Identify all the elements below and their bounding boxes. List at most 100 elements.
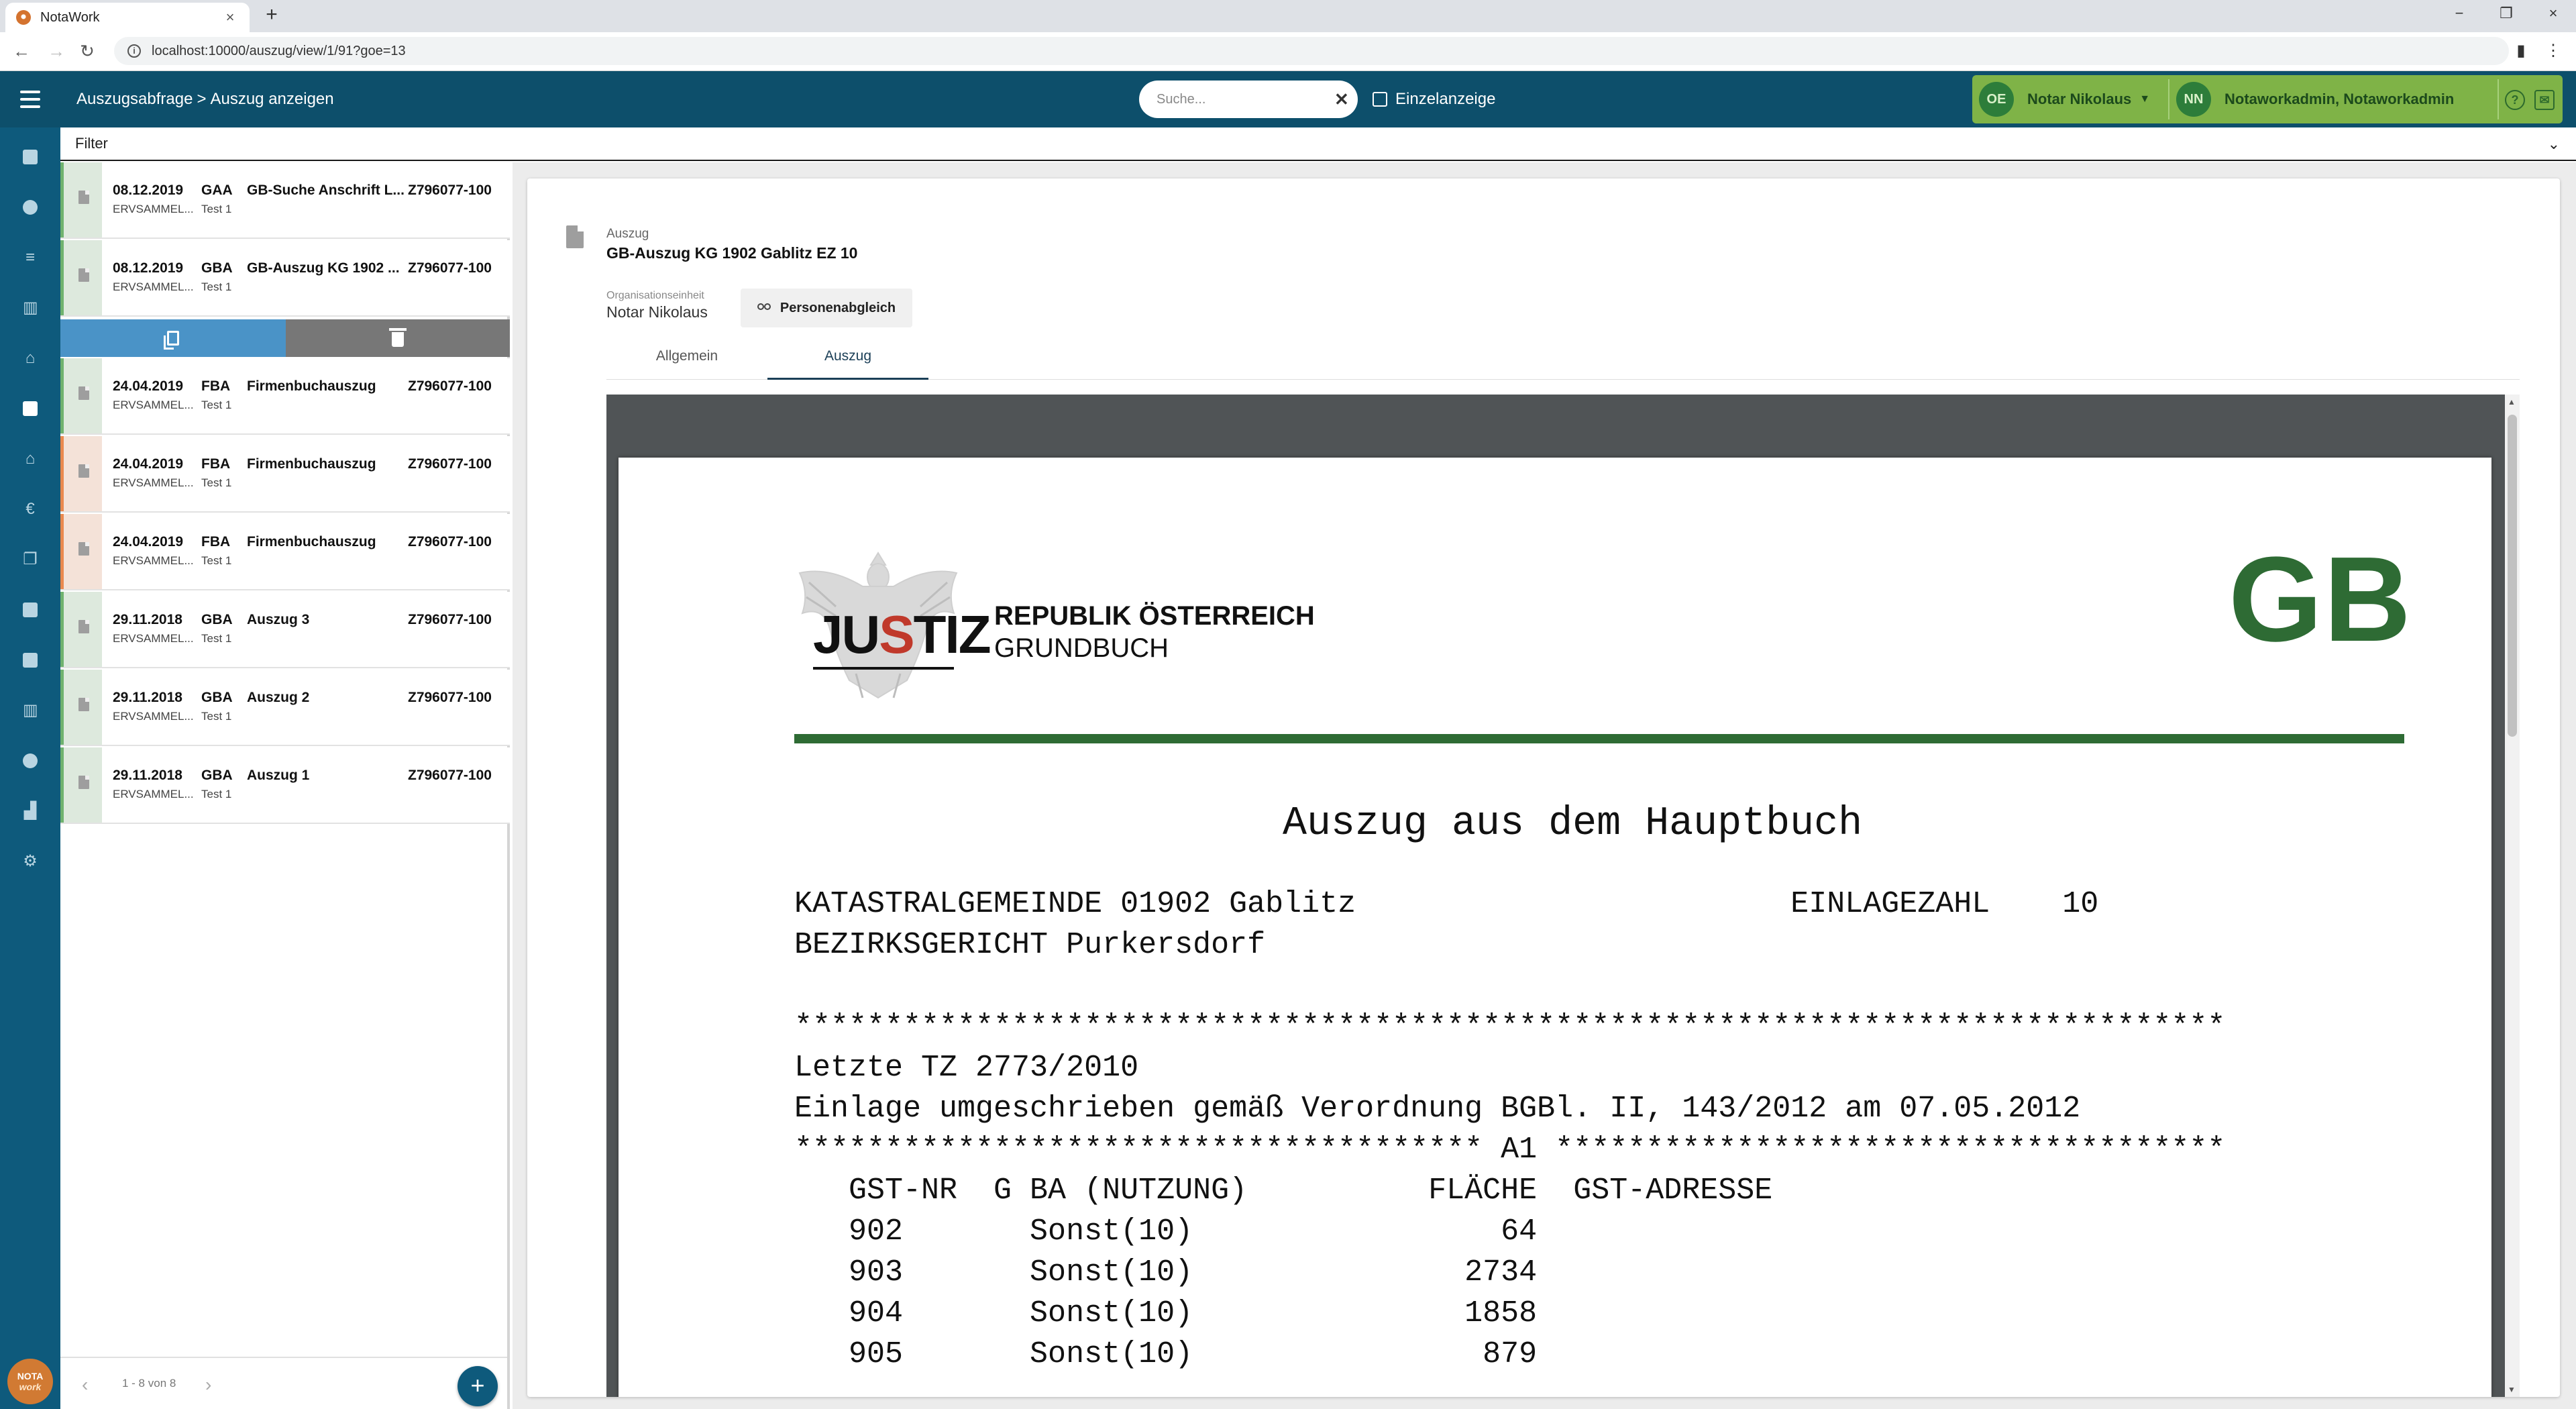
person-icon[interactable] xyxy=(19,197,41,218)
status-indicator xyxy=(60,514,102,589)
document-icon xyxy=(78,620,89,633)
restore-window-button[interactable]: ❐ xyxy=(2486,0,2526,27)
item-reference: Z796077-100 xyxy=(408,182,492,198)
chart-icon[interactable]: ▟ xyxy=(19,800,41,822)
logo-text-bottom: work xyxy=(19,1381,42,1392)
gear-icon[interactable]: ⚙ xyxy=(19,851,41,872)
caret-down-icon: ▼ xyxy=(2139,93,2151,105)
list-item[interactable]: 29.11.2018 GBA Auszug 2 Z796077-100 ERVS… xyxy=(60,670,510,746)
org-name: Notar Nikolaus xyxy=(2027,91,2132,107)
list-item[interactable]: 24.04.2019 FBA Firmenbuchauszug Z796077-… xyxy=(60,514,510,590)
item-code: GBA xyxy=(201,612,233,627)
clear-search-icon[interactable]: ✕ xyxy=(1334,89,1349,110)
institution-icon[interactable]: ⌂ xyxy=(19,448,41,470)
site-info-icon[interactable]: i xyxy=(127,44,141,58)
page-icon[interactable] xyxy=(19,649,41,671)
menu-icon[interactable] xyxy=(0,71,60,127)
forward-button[interactable]: → xyxy=(43,38,70,64)
copy-button[interactable] xyxy=(60,319,286,357)
item-source: ERVSAMMEL... xyxy=(113,632,194,645)
minimize-window-button[interactable]: − xyxy=(2439,0,2479,27)
list-item[interactable]: 24.04.2019 FBA Firmenbuchauszug Z796077-… xyxy=(60,358,510,435)
person-match-label: Personenabgleich xyxy=(780,300,896,315)
user-area: OE Notar Nikolaus ▼ NN Notaworkadmin, No… xyxy=(1972,75,2563,123)
square-icon[interactable] xyxy=(19,599,41,621)
list-item[interactable]: 29.11.2018 GBA Auszug 3 Z796077-100 ERVS… xyxy=(60,592,510,668)
org-unit-selector[interactable]: OE Notar Nikolaus ▼ xyxy=(1979,82,2150,117)
browser-tab[interactable]: NotaWork × xyxy=(5,3,250,32)
item-source: ERVSAMMEL... xyxy=(113,203,194,215)
scroll-up-icon[interactable]: ▲ xyxy=(2508,397,2516,407)
previous-page-icon[interactable]: ‹ xyxy=(82,1374,88,1396)
info-icon[interactable] xyxy=(19,750,41,772)
item-reference: Z796077-100 xyxy=(408,768,492,783)
copy-icon[interactable]: ❐ xyxy=(19,549,41,570)
item-date: 08.12.2019 xyxy=(113,260,184,276)
detail-tabs: Allgemein Auszug xyxy=(606,338,2520,380)
tab-auszug[interactable]: Auszug xyxy=(767,338,928,380)
registry-label: GRUNDBUCH xyxy=(994,633,1169,663)
item-reference: Z796077-100 xyxy=(408,456,492,472)
viewer-scrollbar[interactable]: ▲ ▼ xyxy=(2505,395,2520,1397)
person-match-button[interactable]: Personenabgleich xyxy=(741,289,912,327)
add-button[interactable]: + xyxy=(458,1366,498,1406)
list-item[interactable]: 08.12.2019 GAA GB-Suche Anschrift L... Z… xyxy=(60,162,510,239)
document-icon xyxy=(78,191,89,204)
new-tab-button[interactable]: + xyxy=(260,4,283,27)
item-code: GBA xyxy=(201,768,233,783)
status-indicator xyxy=(60,358,102,433)
document-line: ************************************** A… xyxy=(794,1133,2226,1167)
tab-allgemein[interactable]: Allgemein xyxy=(606,338,767,380)
breadcrumb-auszugsabfrage[interactable]: Auszugsabfrage xyxy=(76,90,193,108)
pagination: ‹ 1 - 8 von 8 › + xyxy=(60,1357,507,1409)
item-source: ERVSAMMEL... xyxy=(113,554,194,567)
chevron-down-icon[interactable]: ⌄ xyxy=(2548,136,2560,153)
scrollbar-thumb[interactable] xyxy=(2508,415,2517,737)
user-menu[interactable]: NN Notaworkadmin, Notaworkadmin xyxy=(2176,82,2454,117)
list-item[interactable]: 24.04.2019 FBA Firmenbuchauszug Z796077-… xyxy=(60,436,510,513)
close-tab-icon[interactable]: × xyxy=(221,9,239,26)
item-date: 24.04.2019 xyxy=(113,378,184,394)
library-icon[interactable]: ▥ xyxy=(19,700,41,721)
back-button[interactable]: ← xyxy=(8,38,35,64)
next-page-icon[interactable]: › xyxy=(205,1374,211,1396)
list-item-selected[interactable]: 08.12.2019 GBA GB-Auszug KG 1902 ... Z79… xyxy=(60,240,510,317)
euro-icon[interactable]: € xyxy=(19,499,41,520)
browser-tabstrip: NotaWork × + − ❐ × xyxy=(0,0,2576,32)
result-list: 08.12.2019 GAA GB-Suche Anschrift L... Z… xyxy=(60,162,510,1409)
item-code: FBA xyxy=(201,456,231,472)
item-source: ERVSAMMEL... xyxy=(113,280,194,293)
notawork-favicon-icon xyxy=(16,10,31,25)
books-icon[interactable]: ▥ xyxy=(19,297,41,319)
search-input[interactable] xyxy=(1157,91,1334,107)
single-view-checkbox[interactable] xyxy=(1373,92,1387,107)
org-avatar: OE xyxy=(1979,82,2014,117)
document-line: 902 Sonst(10) 64 xyxy=(794,1214,1538,1249)
close-window-button[interactable]: × xyxy=(2533,0,2573,27)
list-icon[interactable]: ≡ xyxy=(19,247,41,268)
help-icon[interactable]: ? xyxy=(2505,90,2525,110)
document-icon[interactable] xyxy=(19,398,41,419)
profile-icon[interactable]: ▮ xyxy=(2509,39,2533,63)
reload-button[interactable]: ↻ xyxy=(74,38,101,64)
filter-bar[interactable]: Filter ⌄ xyxy=(60,127,2576,161)
scroll-down-icon[interactable]: ▼ xyxy=(2508,1385,2516,1394)
item-code: GBA xyxy=(201,260,233,276)
list-item[interactable]: 29.11.2018 GBA Auszug 1 Z796077-100 ERVS… xyxy=(60,747,510,824)
url-text: localhost:10000/auszug/view/1/91?goe=13 xyxy=(152,43,406,58)
browser-menu-icon[interactable]: ⋮ xyxy=(2541,39,2565,63)
messages-icon[interactable]: ✉ xyxy=(2534,90,2555,110)
browser-tab-title: NotaWork xyxy=(40,9,100,25)
breadcrumb: Auszugsabfrage > Auszug anzeigen xyxy=(76,71,334,127)
bank-icon[interactable]: ⌂ xyxy=(19,348,41,369)
delete-button[interactable] xyxy=(286,319,510,357)
address-bar[interactable]: i localhost:10000/auszug/view/1/91?goe=1… xyxy=(114,37,2509,65)
people-icon xyxy=(757,303,773,313)
item-source: ERVSAMMEL... xyxy=(113,476,194,489)
single-view-toggle[interactable]: Einzelanzeige xyxy=(1373,71,1495,127)
item-description: Auszug 3 xyxy=(247,612,310,627)
item-date: 24.04.2019 xyxy=(113,534,184,550)
item-description: Firmenbuchauszug xyxy=(247,534,376,550)
document-line: BEZIRKSGERICHT Purkersdorf xyxy=(794,928,1266,962)
calendar-icon[interactable] xyxy=(19,146,41,168)
